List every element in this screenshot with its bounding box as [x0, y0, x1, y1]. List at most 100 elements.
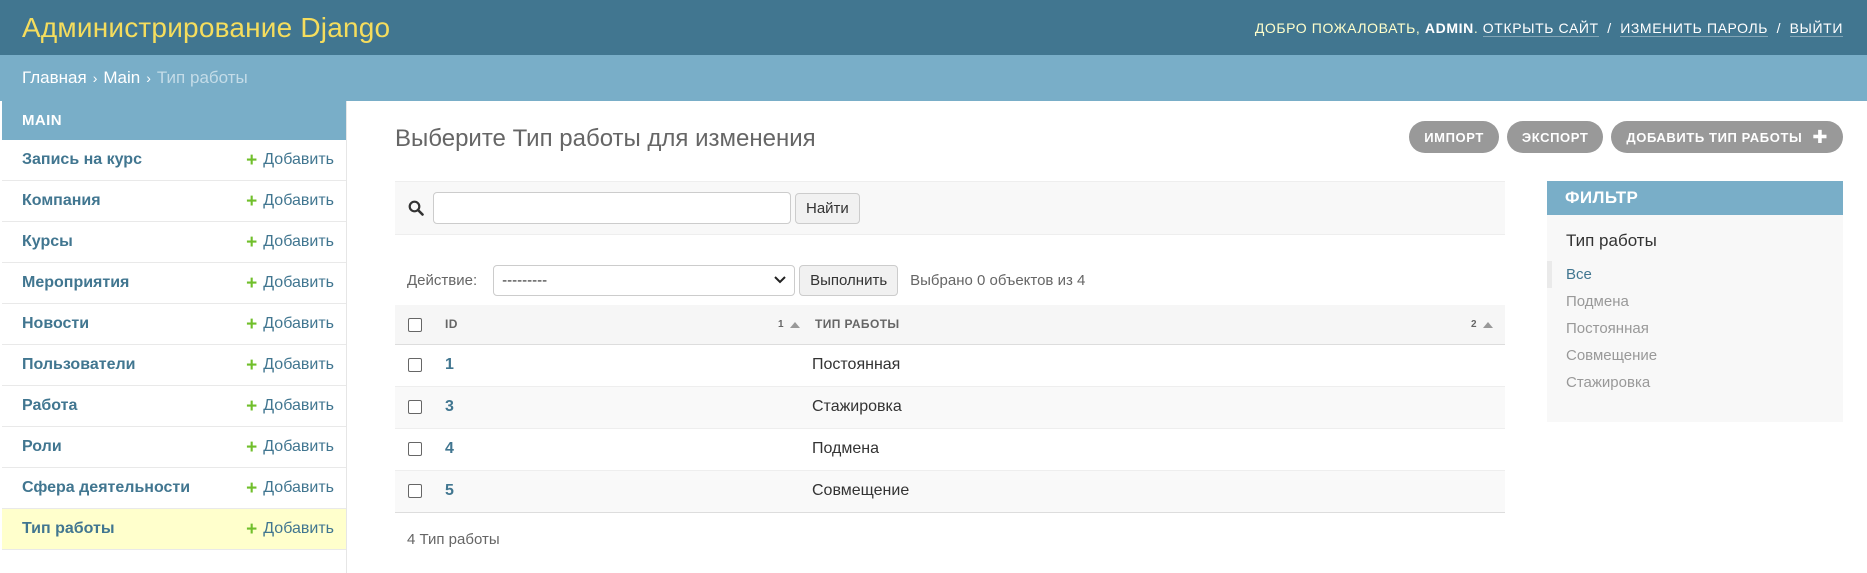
filter-option[interactable]: Все: [1547, 261, 1843, 288]
sidebar-add-link[interactable]: + Добавить: [246, 479, 334, 498]
add-icon: +: [246, 190, 258, 212]
sidebar-add-link[interactable]: + Добавить: [246, 520, 334, 539]
add-label: Добавить: [263, 274, 334, 291]
table-row: 3 Стажировка: [395, 386, 1505, 429]
row-checkbox[interactable]: [408, 441, 422, 456]
breadcrumb: Главная › Main › Тип работы: [0, 55, 1867, 101]
breadcrumb-current: Тип работы: [156, 68, 248, 87]
result-list: ID 1 Тип работы 2 1 Постоянная 3 Стажировка…: [395, 305, 1505, 513]
row-id-link[interactable]: 3: [435, 398, 454, 415]
username: admin: [1424, 19, 1474, 36]
row-checkbox[interactable]: [408, 399, 422, 414]
object-tools: Импорт Экспорт Добавить Тип работы ✚: [1409, 121, 1843, 153]
sidebar-add-link[interactable]: + Добавить: [246, 397, 334, 416]
change-password-link[interactable]: Изменить пароль: [1620, 19, 1769, 37]
sidebar-item: Работа + Добавить: [2, 386, 346, 427]
sidebar-item: Новости + Добавить: [2, 304, 346, 345]
sidebar-model-link[interactable]: Новости: [22, 315, 89, 333]
table-row: 4 Подмена: [395, 428, 1505, 471]
sidebar-item: Сфера деятельности + Добавить: [2, 468, 346, 509]
sort-indicator[interactable]: 2: [1471, 319, 1493, 330]
sidebar-add-link[interactable]: + Добавить: [246, 151, 334, 170]
add-icon: +: [246, 149, 258, 171]
paginator: 4 Тип работы: [407, 530, 500, 548]
sidebar-model-link[interactable]: Пользователи: [22, 356, 135, 374]
row-checkbox[interactable]: [408, 357, 422, 372]
row-select-cell: [395, 428, 435, 471]
column-id-label: ID: [445, 317, 458, 332]
filter-title: Фильтр: [1547, 181, 1843, 215]
import-label: Импорт: [1424, 129, 1484, 145]
row-id-link[interactable]: 5: [435, 482, 454, 499]
view-site-link[interactable]: Открыть сайт: [1482, 19, 1599, 37]
separator: /: [1776, 19, 1782, 36]
sidebar-caption-text: Main: [22, 112, 62, 129]
sidebar-model-link[interactable]: Сфера деятельности: [22, 479, 190, 497]
filter-option[interactable]: Подмена: [1547, 288, 1843, 315]
row-id-cell: 5: [435, 470, 812, 513]
sort-indicator[interactable]: 1: [778, 319, 800, 330]
run-action-button[interactable]: Выполнить: [799, 264, 899, 296]
export-label: Экспорт: [1521, 129, 1589, 145]
search-input[interactable]: [433, 192, 791, 224]
sidebar-add-link[interactable]: + Добавить: [246, 356, 334, 375]
filter-option[interactable]: Совмещение: [1547, 342, 1843, 369]
add-icon: +: [246, 272, 258, 294]
chevron-down-icon: [774, 276, 786, 284]
action-selected-option: ---------: [502, 271, 548, 289]
row-id-link[interactable]: 1: [435, 356, 454, 373]
breadcrumb-separator: ›: [92, 70, 98, 86]
add-label: Добавить: [263, 315, 334, 332]
row-checkbox[interactable]: [408, 483, 422, 498]
nav-sidebar: Main Запись на курс + Добавить Компания + Доб…: [0, 101, 347, 573]
sidebar-item: Мероприятия + Добавить: [2, 263, 346, 304]
sidebar-model-link[interactable]: Работа: [22, 397, 77, 415]
logout-link[interactable]: Выйти: [1789, 19, 1843, 37]
filter-option[interactable]: Стажировка: [1547, 369, 1843, 396]
sidebar-module-caption[interactable]: Main: [2, 101, 346, 140]
plus-icon: ✚: [1812, 126, 1828, 147]
sidebar-model-link[interactable]: Компания: [22, 192, 101, 210]
sidebar-add-link[interactable]: + Добавить: [246, 315, 334, 334]
site-name[interactable]: Администрирование Django: [22, 12, 390, 44]
add-label: Добавить: [263, 397, 334, 414]
column-header-id[interactable]: ID 1: [435, 305, 812, 345]
select-all-checkbox[interactable]: [408, 317, 422, 332]
sidebar-item: Тип работы + Добавить: [2, 509, 346, 550]
add-icon: +: [246, 354, 258, 376]
actions-bar: Действие: --------- Выполнить Выбрано 0 …: [395, 255, 1505, 305]
sidebar-add-link[interactable]: + Добавить: [246, 233, 334, 252]
sidebar-add-link[interactable]: + Добавить: [246, 438, 334, 457]
sidebar-add-link[interactable]: + Добавить: [246, 274, 334, 293]
sidebar-model-link[interactable]: Роли: [22, 438, 62, 456]
sidebar-model-link[interactable]: Мероприятия: [22, 274, 129, 292]
add-label: Добавить: [263, 520, 334, 537]
welcome-text: Добро пожаловать,: [1254, 19, 1421, 36]
add-icon: +: [246, 436, 258, 458]
table-row: 5 Совмещение: [395, 470, 1505, 513]
sidebar-model-link[interactable]: Запись на курс: [22, 151, 142, 169]
add-label: Добавить Тип работы: [1626, 129, 1803, 145]
breadcrumb-app[interactable]: Main: [103, 68, 140, 88]
row-id-cell: 4: [435, 428, 812, 471]
breadcrumb-home[interactable]: Главная: [22, 68, 87, 88]
add-icon: +: [246, 477, 258, 499]
action-select[interactable]: ---------: [493, 264, 796, 296]
sidebar-model-link[interactable]: Тип работы: [22, 520, 115, 538]
sort-asc-icon: [790, 321, 800, 328]
breadcrumb-separator: ›: [146, 70, 151, 86]
sidebar-add-link[interactable]: + Добавить: [246, 192, 334, 211]
export-button[interactable]: Экспорт: [1506, 121, 1604, 153]
changelist: Найти Действие: --------- Выполнить Выбр…: [395, 181, 1505, 566]
sidebar-model-link[interactable]: Курсы: [22, 233, 73, 251]
row-type-cell: Совмещение: [812, 470, 1505, 513]
filter-option[interactable]: Постоянная: [1547, 315, 1843, 342]
search-button[interactable]: Найти: [795, 192, 860, 224]
row-id-link[interactable]: 4: [435, 440, 454, 457]
column-type-label: Тип работы: [815, 317, 900, 332]
import-button[interactable]: Импорт: [1409, 121, 1499, 153]
add-button[interactable]: Добавить Тип работы ✚: [1611, 121, 1843, 153]
row-select-cell: [395, 470, 435, 513]
column-header-type[interactable]: Тип работы 2: [812, 305, 1505, 345]
sidebar-item: Компания + Добавить: [2, 181, 346, 222]
